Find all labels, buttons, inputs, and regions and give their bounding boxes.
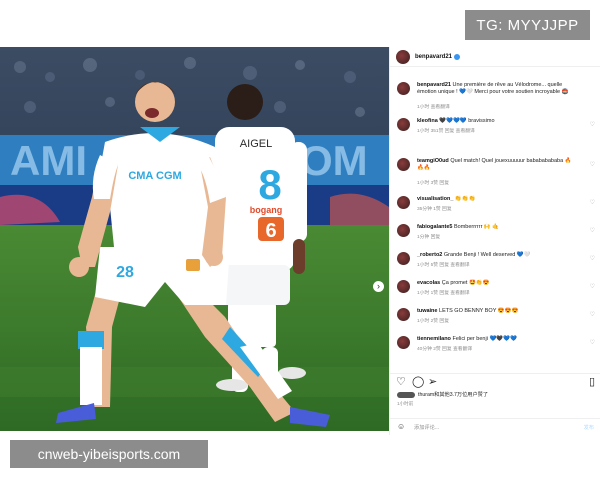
- avatar[interactable]: [397, 308, 410, 321]
- heart-icon[interactable]: ♡: [590, 255, 595, 262]
- avatar[interactable]: [397, 158, 410, 171]
- post-photo[interactable]: AMI OM AIGEL 8 bogang 6 CMA CGM 28 ›: [0, 47, 389, 431]
- avatar[interactable]: [397, 82, 410, 95]
- list-item: evacolas Ça promet 🤩👏😍 1小时 1赞 回复 查看翻译 ♡: [390, 277, 600, 307]
- heart-icon[interactable]: ♡: [590, 311, 595, 318]
- comment-username[interactable]: _roberto2: [417, 252, 442, 258]
- comment-input[interactable]: 添加评论...: [414, 424, 439, 431]
- avatar[interactable]: [397, 252, 410, 265]
- likes-summary[interactable]: thuram和其他3.7万位用户赞了: [397, 391, 488, 398]
- comment-username[interactable]: tiennemilano: [417, 336, 451, 342]
- comment-username[interactable]: tuwaine: [417, 308, 437, 314]
- author-username[interactable]: benpavard21: [415, 54, 452, 60]
- post-button[interactable]: 发布: [584, 424, 594, 431]
- heart-icon[interactable]: ♡: [590, 199, 595, 206]
- watermark-bottom: cnweb-yibeisports.com: [10, 440, 208, 468]
- comments-panel: benpavard21 benpavard21 Une première de …: [389, 47, 600, 435]
- comment-meta: 1分钟 回复: [417, 235, 441, 240]
- avatar[interactable]: [397, 336, 410, 349]
- list-item: visualisation_ 👏👏👏 35分钟 1赞 回复 ♡: [390, 193, 600, 223]
- avatar[interactable]: [397, 280, 410, 293]
- comment-username[interactable]: benpavard21: [417, 82, 451, 88]
- add-comment-bar: ☺ 添加评论... 发布: [390, 418, 600, 434]
- comment-meta: 1小时 3赞 回复: [417, 181, 449, 186]
- list-item: fabiogalante5 Bomberrrrrr 🙌 🤙 1分钟 回复 ♡: [390, 221, 600, 251]
- post-actions: ♡ ◯ ➢ ▯: [390, 373, 600, 389]
- liker-avatars: [397, 391, 415, 398]
- watermark-top: TG: MYYJJPP: [465, 10, 590, 40]
- comment-text: Bomberrrrrr 🙌 🤙: [453, 224, 500, 230]
- comment-meta: 35分钟 1赞 回复: [417, 207, 452, 212]
- list-item: kleofina 🖤💙💙💙 bravissimo 1小时 351赞 回复 查看翻…: [390, 115, 600, 145]
- comment-username[interactable]: fabiogalante5: [417, 224, 452, 230]
- heart-icon[interactable]: ♡: [590, 227, 595, 234]
- photo-illustration: AMI OM AIGEL 8 bogang 6 CMA CGM 28: [0, 47, 389, 431]
- comment-text: 🖤💙💙💙 bravissimo: [439, 118, 495, 124]
- avatar[interactable]: [397, 118, 410, 131]
- comment-icon[interactable]: ◯: [412, 376, 424, 388]
- comment-text: Ça promet 🤩👏😍: [441, 280, 490, 286]
- jersey-sponsor-number: 6: [265, 220, 276, 242]
- comment-meta: 1小时 2赞 回复: [417, 319, 449, 324]
- list-item: teamgiO0ud Quel match! Quel jouexuuuuur …: [390, 155, 600, 186]
- verified-icon: [454, 53, 461, 60]
- comment-username[interactable]: evacolas: [417, 280, 440, 286]
- comment-text: 👏👏👏: [454, 196, 476, 202]
- svg-text:OM: OM: [300, 137, 368, 184]
- comment-meta: 1小时 351赞 回复 查看翻译: [417, 129, 475, 134]
- comment-meta: 1小时 5赞 回复 查看翻译: [417, 263, 470, 268]
- comment-username[interactable]: visualisation_: [417, 196, 453, 202]
- heart-icon[interactable]: ♡: [590, 161, 595, 168]
- comment-username[interactable]: kleofina: [417, 118, 438, 124]
- comment-username[interactable]: teamgiO0ud: [417, 158, 449, 164]
- heart-icon[interactable]: ♡: [590, 339, 595, 346]
- share-icon[interactable]: ➢: [428, 376, 437, 388]
- jersey-name-label: AIGEL: [240, 138, 272, 150]
- avatar[interactable]: [397, 224, 410, 237]
- avatar[interactable]: [397, 196, 410, 209]
- list-item: tuwaine LETS GO BENNY BOY 😍😍😍 1小时 2赞 回复 …: [390, 305, 600, 335]
- comment-meta: 1小时 查看翻译: [417, 105, 450, 110]
- heart-icon[interactable]: ♡: [396, 376, 406, 388]
- comment-text: Grande Benji ! Well deserved 💙🤍: [443, 252, 531, 258]
- post-date: 1小时前: [397, 401, 414, 406]
- likes-text: thuram和其他3.7万位用户赞了: [418, 392, 489, 398]
- jersey-sponsor-front: CMA CGM: [128, 170, 181, 182]
- jersey-sponsor-back: bogang: [250, 205, 283, 215]
- emoji-icon[interactable]: ☺: [397, 422, 405, 431]
- page: TG: MYYJJPP AMI OM AIGEL 8 bogang 6 CMA …: [0, 0, 600, 480]
- comment-text: LETS GO BENNY BOY 😍😍😍: [439, 308, 519, 314]
- svg-text:AMI: AMI: [10, 137, 87, 184]
- comment-text: Felici per benji 💙🖤💙💙: [452, 336, 517, 342]
- heart-icon[interactable]: ♡: [590, 121, 595, 128]
- list-item: _roberto2 Grande Benji ! Well deserved 💙…: [390, 249, 600, 279]
- jersey-number-front: 28: [116, 264, 134, 281]
- heart-icon[interactable]: ♡: [590, 283, 595, 290]
- list-item: benpavard21 Une première de rêve au Vélo…: [390, 79, 600, 110]
- comment-meta: 40分钟 2赞 回复 查看翻译: [417, 347, 473, 352]
- next-arrow-icon[interactable]: ›: [373, 281, 384, 292]
- list-item: tiennemilano Felici per benji 💙🖤💙💙 40分钟 …: [390, 333, 600, 363]
- post-header: benpavard21: [390, 47, 600, 67]
- jersey-number-back: 8: [258, 161, 281, 208]
- avatar[interactable]: [396, 49, 410, 64]
- comment-meta: 1小时 1赞 回复 查看翻译: [417, 291, 470, 296]
- bookmark-icon[interactable]: ▯: [589, 376, 595, 388]
